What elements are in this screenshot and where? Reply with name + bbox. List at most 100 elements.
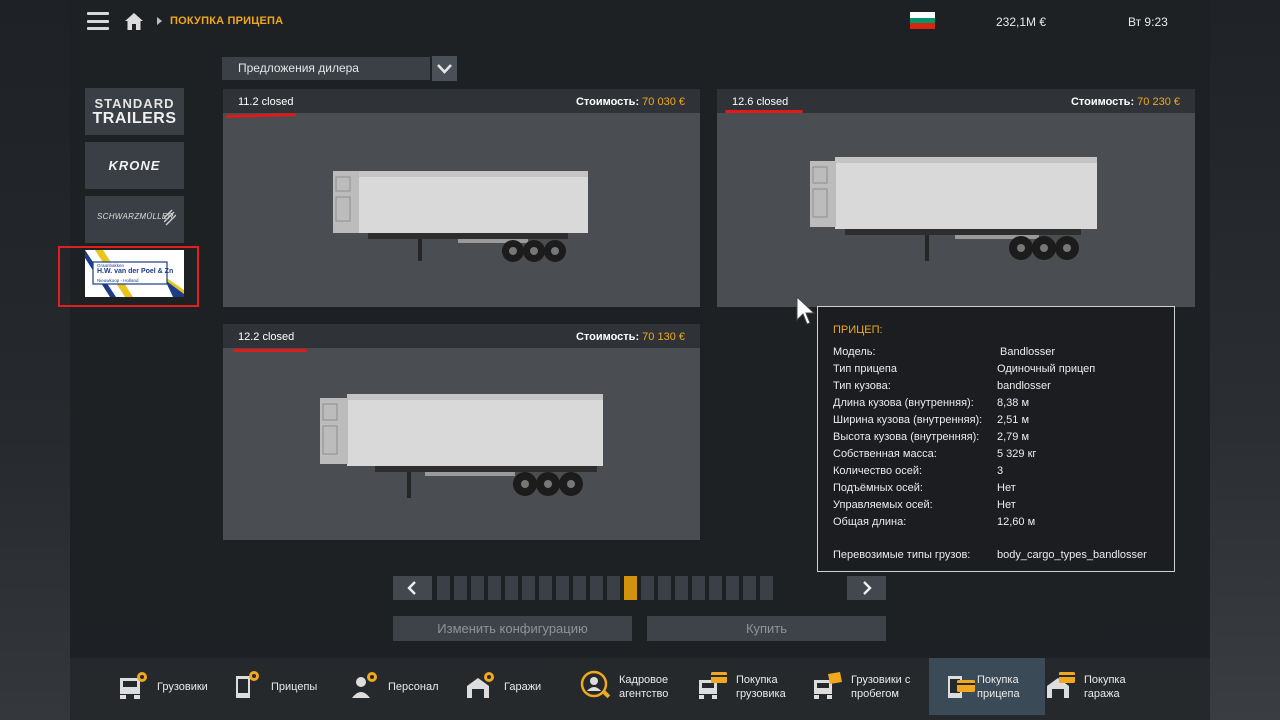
schwarzmuller-logo-icon — [164, 209, 176, 226]
page-indicator[interactable] — [743, 576, 756, 600]
nav-label: Кадровое агентство — [619, 674, 669, 700]
nav-label: Прицепы — [271, 681, 318, 693]
buy-trailer-icon — [948, 676, 975, 698]
price-label: Стоимость: — [1070, 96, 1135, 108]
page-indicator-current[interactable] — [624, 576, 637, 600]
dealer-offers-select[interactable]: Предложения дилера — [222, 57, 430, 80]
page-next-button[interactable] — [847, 576, 886, 600]
selected-brand-highlight — [58, 246, 199, 307]
offer-price: Стоимость: 70 030 € — [576, 96, 685, 108]
truck-gear-icon — [120, 672, 147, 699]
page-indicator[interactable] — [454, 576, 467, 600]
page-indicator[interactable] — [573, 576, 586, 600]
brand-krone[interactable]: KRONE — [85, 142, 184, 189]
menu-icon[interactable] — [87, 12, 109, 30]
country-flag — [910, 12, 935, 30]
buy-garage-icon — [1047, 672, 1075, 698]
page-indicator[interactable] — [607, 576, 620, 600]
background-left — [0, 0, 70, 720]
nav-item-8[interactable]: Покупка прицепа — [929, 658, 1045, 715]
tooltip-value: 12,60 м — [997, 516, 1036, 528]
dealer-select-toggle[interactable] — [432, 56, 457, 81]
recruitment-agency-icon — [580, 670, 611, 699]
price-label: Стоимость: — [575, 331, 640, 343]
chevron-down-icon — [437, 64, 452, 74]
nav-item-3[interactable]: Персонал — [341, 658, 451, 715]
nav-item-6[interactable]: Покупка грузовика — [689, 658, 799, 715]
buy-button[interactable]: Купить — [647, 616, 886, 641]
nav-item-1[interactable]: Грузовики — [110, 658, 220, 715]
offer-title: 11.2 closed — [238, 96, 294, 108]
flag-stripe — [910, 23, 935, 30]
nav-item-7[interactable]: Грузовики с пробегом — [804, 658, 914, 715]
page-indicator[interactable] — [675, 576, 688, 600]
tooltip-key: Собственная масса: — [833, 448, 937, 460]
breadcrumb[interactable]: ПОКУПКА ПРИЦЕПА — [170, 15, 283, 27]
price-value: 70 230 € — [1137, 96, 1180, 108]
tooltip-value: body_cargo_types_bandlosser — [997, 549, 1147, 561]
person-gear-icon — [352, 672, 377, 698]
tooltip-key: Управляемых осей: — [833, 499, 933, 511]
offer-card[interactable]: 12.6 closed Стоимость: 70 230 € — [717, 89, 1195, 307]
offer-card[interactable]: 11.2 closed Стоимость: 70 030 € — [223, 89, 700, 307]
tooltip-value: 8,38 м — [997, 397, 1030, 409]
used-truck-icon — [814, 672, 842, 699]
red-underline-annotation — [225, 113, 297, 118]
red-underline-annotation — [725, 110, 803, 113]
breadcrumb-arrow-icon — [157, 17, 162, 25]
page-indicator[interactable] — [522, 576, 535, 600]
nav-item-9[interactable]: Покупка гаража — [1037, 658, 1147, 715]
offer-title: 12.2 closed — [238, 331, 295, 343]
tooltip-key: Подъёмных осей: — [833, 482, 923, 494]
tooltip-key: Модель: — [833, 346, 876, 358]
configure-button[interactable]: Изменить конфигурацию — [393, 616, 632, 641]
page-indicator[interactable] — [488, 576, 501, 600]
tooltip-heading: ПРИЦЕП: — [833, 324, 883, 336]
tooltip-value: Одиночный прицеп — [997, 363, 1096, 375]
tooltip-key: Длина кузова (внутренняя): — [833, 397, 974, 409]
page-indicator[interactable] — [658, 576, 671, 600]
page-indicator[interactable] — [505, 576, 518, 600]
tooltip-key: Количество осей: — [833, 465, 923, 477]
trailer-image — [333, 171, 588, 262]
tooltip-key: Тип прицепа — [833, 363, 897, 375]
page-indicator[interactable] — [437, 576, 450, 600]
trailer-image — [320, 394, 603, 498]
nav-item-4[interactable]: Гаражи — [457, 658, 567, 715]
chevron-right-icon — [863, 581, 872, 595]
tooltip-key: Высота кузова (внутренняя): — [833, 431, 980, 443]
page-indicator[interactable] — [556, 576, 569, 600]
nav-label: Покупка гаража — [1084, 674, 1126, 700]
page-indicator[interactable] — [590, 576, 603, 600]
page-indicator[interactable] — [709, 576, 722, 600]
tooltip-value: 3 — [997, 465, 1004, 477]
page-indicator[interactable] — [726, 576, 739, 600]
page-indicator[interactable] — [641, 576, 654, 600]
page-indicator[interactable] — [539, 576, 552, 600]
tooltip-key: Перевозимые типы грузов: — [833, 549, 971, 561]
nav-label: Грузовики с пробегом — [851, 674, 911, 700]
tooltip-value: Bandlosser — [1000, 346, 1056, 358]
brand-standard-trailers[interactable]: STANDARD TRAILERS — [85, 88, 184, 135]
price-label: Стоимость: — [575, 96, 640, 108]
page-indicator[interactable] — [692, 576, 705, 600]
nav-item-5[interactable]: Кадровое агентство — [572, 658, 682, 715]
page-prev-button[interactable] — [393, 576, 432, 600]
tooltip-value: 2,51 м — [997, 414, 1030, 426]
home-icon[interactable] — [124, 12, 144, 31]
trailer-specs-tooltip: ПРИЦЕП: Модель: Bandlosser Тип прицепа Один… — [817, 306, 1175, 572]
background-right — [1208, 0, 1280, 720]
offer-price: Стоимость: 70 130 € — [576, 331, 685, 343]
nav-item-2[interactable]: Прицепы — [224, 658, 334, 715]
tooltip-value: Нет — [997, 482, 1016, 494]
brand-schwarzmuller[interactable]: SCHWARZMÜLLER — [85, 196, 184, 243]
offer-card[interactable]: 12.2 closed Стоимость: 70 130 € — [223, 324, 700, 540]
tooltip-value: Нет — [997, 499, 1016, 511]
tooltip-key: Общая длина: — [833, 516, 907, 528]
nav-label: Покупка грузовика — [736, 674, 786, 700]
page-indicator[interactable] — [471, 576, 484, 600]
buy-truck-icon — [699, 672, 727, 699]
tooltip-value: bandlosser — [997, 380, 1051, 392]
brand-label: SCHWARZMÜLLER — [97, 212, 174, 221]
page-indicator[interactable] — [760, 576, 773, 600]
